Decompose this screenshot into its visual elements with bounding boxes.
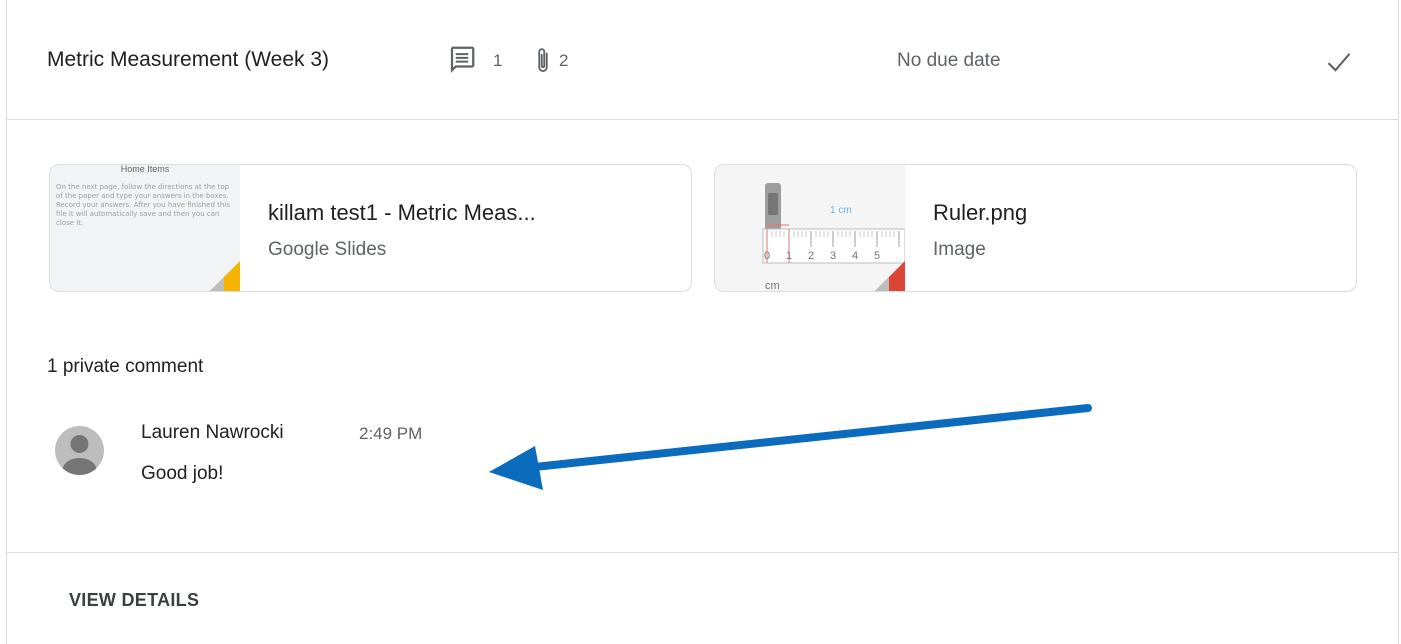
- comment-time: 2:49 PM: [359, 424, 423, 443]
- ruler-tick-0: 0: [764, 250, 770, 262]
- image-corner-icon: [875, 261, 905, 291]
- attachment-slides[interactable]: Home Items On the next page, follow the …: [49, 164, 692, 292]
- thumb-heading: Home Items: [120, 165, 170, 174]
- footer-divider: [7, 552, 1398, 553]
- attachment-image[interactable]: 1 cm 0 1 2 3 4 5 cm Ruler.png Image: [714, 164, 1357, 292]
- slides-thumbnail: Home Items On the next page, follow the …: [50, 165, 240, 291]
- arrow-annotation: [489, 404, 1092, 490]
- comment-icon: [450, 46, 475, 73]
- check-icon: [1327, 53, 1351, 72]
- private-comments-heading: 1 private comment: [47, 356, 204, 377]
- attachment-count: 2: [559, 51, 569, 70]
- view-details-button[interactable]: VIEW DETAILS: [69, 590, 199, 611]
- assignment-header[interactable]: Metric Measurement (Week 3) 1 2 No due d…: [7, 0, 1398, 120]
- thumb-text: On the next page, follow the directions …: [56, 183, 230, 227]
- avatar-person-icon: [55, 426, 104, 475]
- attachment-type: Image: [933, 239, 986, 260]
- attachment-type: Google Slides: [268, 239, 387, 260]
- comment-text: Good job!: [141, 463, 224, 484]
- ruler-tick-4: 4: [852, 250, 858, 262]
- comment-count: 1: [493, 51, 503, 70]
- ruler-tick-1: 1: [786, 250, 792, 262]
- ruler-thumbnail: 1 cm 0 1 2 3 4 5 cm: [715, 165, 905, 292]
- ruler-cm-label: cm: [765, 280, 780, 292]
- doc-corner-icon: [210, 261, 240, 291]
- assignment-card: Metric Measurement (Week 3) 1 2 No due d…: [6, 0, 1399, 644]
- paperclip-icon: [538, 48, 548, 72]
- assignment-title: Metric Measurement (Week 3): [47, 48, 330, 71]
- ruler-tick-2: 2: [808, 250, 814, 262]
- ruler-unit-label: 1 cm: [830, 205, 852, 216]
- comment-author: Lauren Nawrocki: [141, 422, 284, 443]
- attachment-title: Ruler.png: [933, 200, 1028, 225]
- ruler-tick-3: 3: [830, 250, 836, 262]
- attachment-title: killam test1 - Metric Meas...: [268, 200, 536, 225]
- due-date: No due date: [897, 50, 1001, 71]
